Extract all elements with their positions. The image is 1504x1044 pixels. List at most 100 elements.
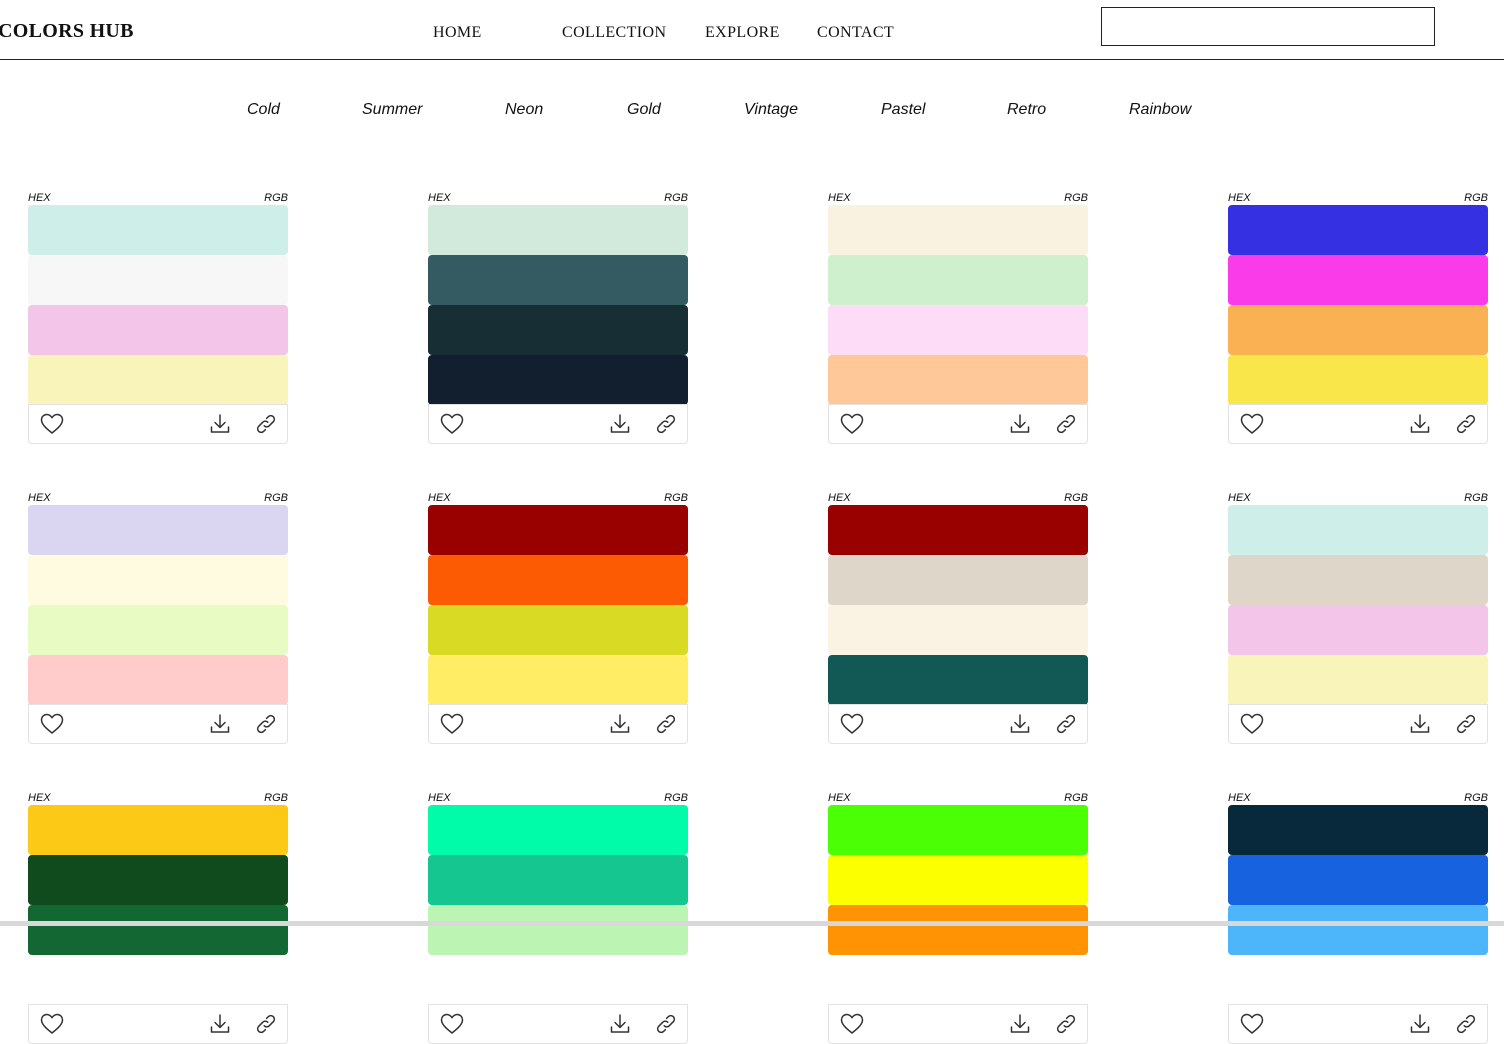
color-swatch[interactable]	[1228, 305, 1488, 355]
color-swatch[interactable]	[428, 955, 688, 1005]
site-logo[interactable]: COLORS HUB	[0, 20, 134, 43]
link-icon[interactable]	[653, 1011, 679, 1037]
hex-label[interactable]: HEX	[1228, 192, 1251, 204]
download-icon[interactable]	[607, 411, 633, 437]
color-swatch[interactable]	[28, 555, 288, 605]
nav-explore[interactable]: EXPLORE	[705, 24, 780, 42]
horizontal-scrollbar[interactable]	[0, 921, 1504, 926]
color-swatch[interactable]	[1228, 555, 1488, 605]
search-input[interactable]	[1101, 7, 1435, 46]
color-swatch[interactable]	[828, 205, 1088, 255]
rgb-label[interactable]: RGB	[1464, 192, 1488, 204]
color-swatch[interactable]	[428, 505, 688, 555]
heart-icon[interactable]	[839, 711, 865, 737]
color-swatch[interactable]	[428, 305, 688, 355]
color-swatch[interactable]	[28, 955, 288, 1005]
heart-icon[interactable]	[839, 1011, 865, 1037]
color-swatch[interactable]	[28, 505, 288, 555]
color-swatch[interactable]	[28, 205, 288, 255]
color-swatch[interactable]	[428, 655, 688, 705]
color-swatch[interactable]	[828, 305, 1088, 355]
color-swatch[interactable]	[28, 305, 288, 355]
rgb-label[interactable]: RGB	[264, 792, 288, 804]
download-icon[interactable]	[1407, 1011, 1433, 1037]
nav-contact[interactable]: CONTACT	[817, 24, 894, 42]
color-swatch[interactable]	[828, 605, 1088, 655]
hex-label[interactable]: HEX	[28, 192, 51, 204]
download-icon[interactable]	[607, 711, 633, 737]
rgb-label[interactable]: RGB	[664, 792, 688, 804]
color-swatch[interactable]	[28, 355, 288, 405]
hex-label[interactable]: HEX	[1228, 792, 1251, 804]
hex-label[interactable]: HEX	[428, 792, 451, 804]
color-swatch[interactable]	[428, 255, 688, 305]
rgb-label[interactable]: RGB	[664, 192, 688, 204]
color-swatch[interactable]	[428, 355, 688, 405]
link-icon[interactable]	[1453, 1011, 1479, 1037]
link-icon[interactable]	[1053, 1011, 1079, 1037]
download-icon[interactable]	[1407, 711, 1433, 737]
link-icon[interactable]	[253, 711, 279, 737]
category-summer[interactable]: Summer	[362, 101, 422, 119]
color-swatch[interactable]	[1228, 955, 1488, 1005]
color-swatch[interactable]	[1228, 205, 1488, 255]
color-swatch[interactable]	[828, 855, 1088, 905]
color-swatch[interactable]	[828, 955, 1088, 1005]
color-swatch[interactable]	[428, 555, 688, 605]
color-swatch[interactable]	[1228, 905, 1488, 955]
color-swatch[interactable]	[428, 905, 688, 955]
heart-icon[interactable]	[39, 411, 65, 437]
heart-icon[interactable]	[439, 411, 465, 437]
category-vintage[interactable]: Vintage	[744, 101, 798, 119]
rgb-label[interactable]: RGB	[1064, 192, 1088, 204]
rgb-label[interactable]: RGB	[664, 492, 688, 504]
link-icon[interactable]	[1453, 411, 1479, 437]
color-swatch[interactable]	[1228, 655, 1488, 705]
heart-icon[interactable]	[439, 1011, 465, 1037]
color-swatch[interactable]	[28, 255, 288, 305]
color-swatch[interactable]	[28, 605, 288, 655]
color-swatch[interactable]	[28, 655, 288, 705]
color-swatch[interactable]	[428, 805, 688, 855]
rgb-label[interactable]: RGB	[1464, 792, 1488, 804]
hex-label[interactable]: HEX	[28, 792, 51, 804]
link-icon[interactable]	[253, 1011, 279, 1037]
color-swatch[interactable]	[1228, 605, 1488, 655]
download-icon[interactable]	[207, 1011, 233, 1037]
rgb-label[interactable]: RGB	[264, 492, 288, 504]
heart-icon[interactable]	[1239, 1011, 1265, 1037]
link-icon[interactable]	[653, 711, 679, 737]
color-swatch[interactable]	[1228, 805, 1488, 855]
color-swatch[interactable]	[428, 205, 688, 255]
nav-collection[interactable]: COLLECTION	[562, 24, 666, 42]
link-icon[interactable]	[253, 411, 279, 437]
hex-label[interactable]: HEX	[428, 492, 451, 504]
hex-label[interactable]: HEX	[828, 192, 851, 204]
category-neon[interactable]: Neon	[505, 101, 543, 119]
heart-icon[interactable]	[39, 1011, 65, 1037]
color-swatch[interactable]	[1228, 255, 1488, 305]
color-swatch[interactable]	[828, 255, 1088, 305]
hex-label[interactable]: HEX	[1228, 492, 1251, 504]
category-cold[interactable]: Cold	[247, 101, 280, 119]
hex-label[interactable]: HEX	[428, 192, 451, 204]
download-icon[interactable]	[1007, 411, 1033, 437]
link-icon[interactable]	[1453, 711, 1479, 737]
color-swatch[interactable]	[828, 505, 1088, 555]
color-swatch[interactable]	[28, 805, 288, 855]
download-icon[interactable]	[1407, 411, 1433, 437]
category-retro[interactable]: Retro	[1007, 101, 1046, 119]
rgb-label[interactable]: RGB	[1464, 492, 1488, 504]
color-swatch[interactable]	[828, 355, 1088, 405]
heart-icon[interactable]	[1239, 411, 1265, 437]
heart-icon[interactable]	[39, 711, 65, 737]
color-swatch[interactable]	[1228, 505, 1488, 555]
color-swatch[interactable]	[1228, 355, 1488, 405]
rgb-label[interactable]: RGB	[1064, 792, 1088, 804]
rgb-label[interactable]: RGB	[264, 192, 288, 204]
color-swatch[interactable]	[428, 605, 688, 655]
hex-label[interactable]: HEX	[828, 492, 851, 504]
hex-label[interactable]: HEX	[828, 792, 851, 804]
download-icon[interactable]	[207, 711, 233, 737]
heart-icon[interactable]	[439, 711, 465, 737]
